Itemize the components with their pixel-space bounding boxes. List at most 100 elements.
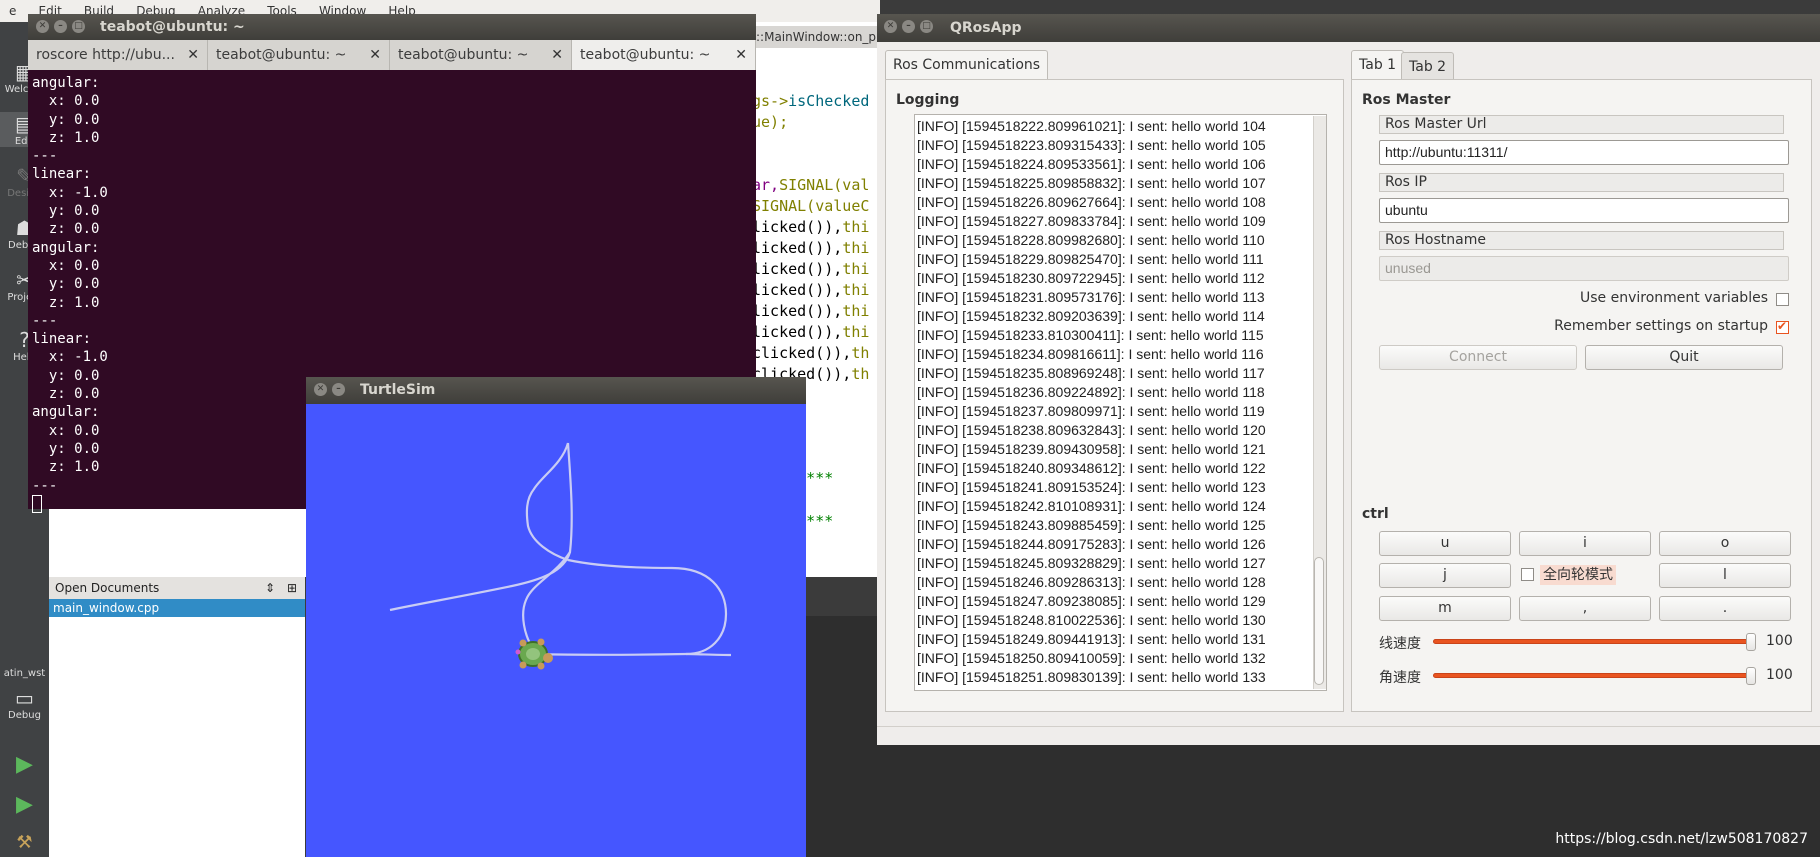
code-line: licked()),thi [752,302,870,320]
debug-run-icon[interactable]: ▶ [0,792,49,817]
logging-scrollbar-thumb[interactable] [1314,557,1324,685]
qrosapp-title: QRosApp [950,20,1022,36]
key-i-button[interactable]: i [1519,531,1651,556]
key-comma-button[interactable]: , [1519,596,1651,621]
code-line: ar,SIGNAL(val [752,176,870,194]
log-line[interactable]: [INFO] [1594518241.809153524]: I sent: h… [917,479,1266,495]
angular-speed-slider[interactable] [1433,673,1753,678]
maximize-icon[interactable]: □ [920,20,933,33]
close-icon[interactable]: ✕ [36,20,49,33]
terminal-tab-active[interactable]: teabot@ubuntu: ~ ✕ [572,40,756,70]
log-line[interactable]: [INFO] [1594518232.809203639]: I sent: h… [917,308,1265,324]
log-line[interactable]: [INFO] [1594518223.809315433]: I sent: h… [917,137,1266,153]
log-line[interactable]: [INFO] [1594518246.809286313]: I sent: h… [917,574,1266,590]
log-line[interactable]: [INFO] [1594518236.809224892]: I sent: h… [917,384,1265,400]
minimize-icon[interactable]: – [54,20,67,33]
log-line[interactable]: [INFO] [1594518240.809348612]: I sent: h… [917,460,1266,476]
log-line[interactable]: [INFO] [1594518244.809175283]: I sent: h… [917,536,1266,552]
log-line[interactable]: [INFO] [1594518247.809238085]: I sent: h… [917,593,1266,609]
log-line[interactable]: [INFO] [1594518228.809982680]: I sent: h… [917,232,1265,248]
ros-ip-label: Ros IP [1379,173,1784,192]
code-line: licked()),thi [752,323,870,341]
terminal-tab[interactable]: teabot@ubuntu: ~ ✕ [390,40,572,70]
log-line[interactable]: [INFO] [1594518226.809627664]: I sent: h… [917,194,1266,210]
log-line[interactable]: [INFO] [1594518245.809328829]: I sent: h… [917,555,1266,571]
log-line[interactable]: [INFO] [1594518238.809632843]: I sent: h… [917,422,1266,438]
key-period-button[interactable]: . [1659,596,1791,621]
tab-1[interactable]: Tab 1 [1351,50,1405,80]
kit-selector[interactable]: ▭ Debug [0,686,49,721]
close-icon[interactable]: ✕ [314,383,327,396]
angular-speed-label: 角速度 [1379,670,1421,686]
log-line[interactable]: [INFO] [1594518227.809833784]: I sent: h… [917,213,1266,229]
code-line: clicked()),th [752,344,870,362]
log-line[interactable]: [INFO] [1594518225.809858832]: I sent: h… [917,175,1266,191]
log-line[interactable]: [INFO] [1594518250.809410059]: I sent: h… [917,650,1266,666]
terminal-line: angular: [32,75,100,91]
open-documents-header[interactable]: Open Documents ⇕ ⊞ [49,577,305,599]
close-tab-icon[interactable]: ✕ [735,40,747,70]
remember-settings-checkbox[interactable] [1776,319,1789,334]
ros-master-url-label: Ros Master Url [1379,115,1784,134]
ros-ip-input[interactable]: ubuntu [1379,198,1789,223]
key-m-button[interactable]: m [1379,596,1511,621]
open-documents-pane[interactable] [49,577,305,857]
turtlesim-titlebar[interactable]: ✕ – TurtleSim [306,377,806,404]
log-line[interactable]: [INFO] [1594518224.809533561]: I sent: h… [917,156,1266,172]
minimize-icon[interactable]: – [902,20,915,33]
terminal-line: x: -1.0 [32,349,108,366]
tab-2[interactable]: Tab 2 [1401,52,1455,80]
log-line[interactable]: [INFO] [1594518230.809722945]: I sent: h… [917,270,1265,286]
code-line: licked()),thi [752,260,870,278]
build-hammer-icon[interactable]: ⚒ [0,832,49,853]
close-tab-icon[interactable]: ✕ [187,40,199,70]
editor-function-combo[interactable]: ::MainWindow::on_pus [752,26,880,48]
key-j-button[interactable]: j [1379,563,1511,588]
log-line[interactable]: [INFO] [1594518243.809885459]: I sent: h… [917,517,1266,533]
key-l-button[interactable]: l [1659,563,1791,588]
turtlesim-canvas [389,442,732,670]
terminal-tab[interactable]: teabot@ubuntu: ~ ✕ [208,40,390,70]
log-line[interactable]: [INFO] [1594518229.809825470]: I sent: h… [917,251,1264,267]
log-line[interactable]: [INFO] [1594518249.809441913]: I sent: h… [917,631,1266,647]
use-env-checkbox[interactable] [1776,293,1789,306]
linear-speed-slider-handle[interactable] [1746,633,1756,651]
run-icon[interactable]: ▶ [0,752,49,777]
close-tab-icon[interactable]: ✕ [369,40,381,70]
log-line[interactable]: [INFO] [1594518222.809961021]: I sent: h… [917,118,1266,134]
log-line[interactable]: [INFO] [1594518233.810300411]: I sent: h… [917,327,1264,343]
log-line[interactable]: [INFO] [1594518231.809573176]: I sent: h… [917,289,1265,305]
log-line[interactable]: [INFO] [1594518248.810022536]: I sent: h… [917,612,1266,628]
key-o-button[interactable]: o [1659,531,1791,556]
maximize-icon[interactable]: □ [72,20,85,33]
angular-speed-slider-handle[interactable] [1746,667,1756,685]
minimize-icon[interactable]: – [332,383,345,396]
connect-button[interactable]: Connect [1379,345,1577,370]
quit-button[interactable]: Quit [1585,345,1783,370]
key-u-button[interactable]: u [1379,531,1511,556]
updown-icon[interactable]: ⇕ [265,577,275,599]
split-icon[interactable]: ⊞ [287,577,297,599]
open-document-item[interactable]: main_window.cpp [49,599,305,617]
kit-label: atin_wst [3,668,46,679]
menu-e[interactable]: e [9,4,16,18]
ros-master-url-input[interactable]: http://ubuntu:11311/ [1379,140,1789,165]
close-tab-icon[interactable]: ✕ [551,40,563,70]
log-line[interactable]: [INFO] [1594518235.808969248]: I sent: h… [917,365,1265,381]
terminal-line: angular: [32,239,100,256]
qrosapp-titlebar[interactable]: ✕ – □ QRosApp [877,14,1820,42]
close-icon[interactable]: ✕ [884,20,897,33]
tab-ros-communications[interactable]: Ros Communications [885,50,1049,80]
log-line[interactable]: [INFO] [1594518251.809830139]: I sent: h… [917,669,1266,685]
linear-speed-slider[interactable] [1433,639,1753,644]
terminal-titlebar[interactable]: ✕ – □ teabot@ubuntu: ~ [28,14,756,40]
terminal-line: x: -1.0 [32,184,108,201]
omni-wheel-checkbox[interactable] [1521,568,1534,581]
ros-hostname-input[interactable]: unused [1379,256,1789,281]
omni-wheel-label: 全向轮模式 [1540,565,1616,585]
log-line[interactable]: [INFO] [1594518242.810108931]: I sent: h… [917,498,1266,514]
terminal-tab[interactable]: roscore http://ubu... ✕ [28,40,208,70]
log-line[interactable]: [INFO] [1594518239.809430958]: I sent: h… [917,441,1266,457]
log-line[interactable]: [INFO] [1594518237.809809971]: I sent: h… [917,403,1265,419]
log-line[interactable]: [INFO] [1594518234.809816611]: I sent: h… [917,346,1264,362]
